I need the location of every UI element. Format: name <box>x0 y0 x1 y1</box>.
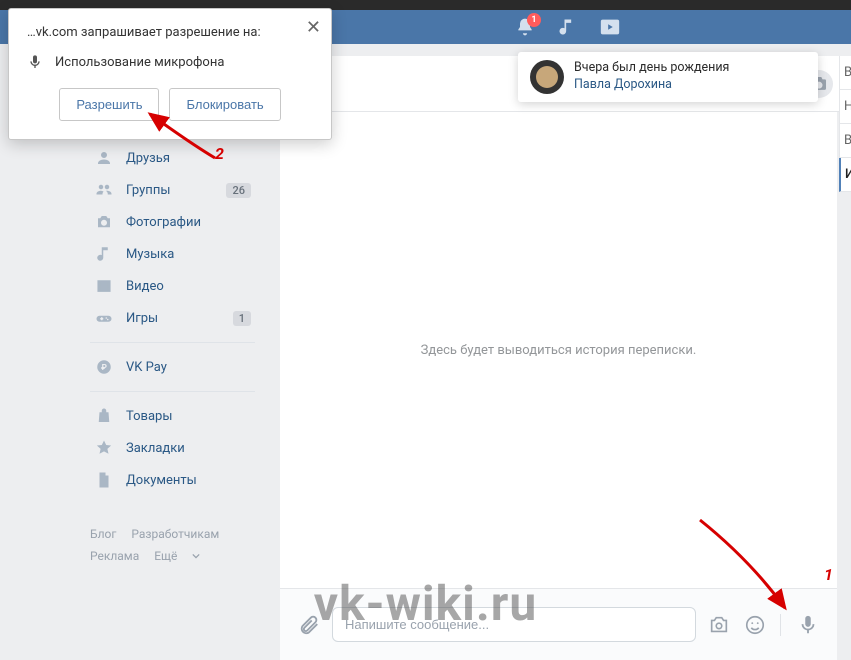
star-icon <box>94 438 114 458</box>
sidebar-item-label: VK Pay <box>126 360 167 375</box>
photo-icon[interactable] <box>708 614 730 636</box>
sidebar-item-documents[interactable]: Документы <box>90 464 255 496</box>
separator <box>90 342 255 343</box>
sidebar-item-label: Группы <box>126 183 170 198</box>
sidebar-item-video[interactable]: Видео <box>90 270 255 302</box>
sidebar-item-label: Товары <box>126 409 172 424</box>
compose-bar <box>280 588 837 660</box>
permission-dialog: ✕ …vk.com запрашивает разрешение на: Исп… <box>8 8 332 140</box>
message-input[interactable] <box>332 607 696 642</box>
sidebar-item-label: Игры <box>126 311 158 326</box>
tab-d[interactable]: И <box>839 158 851 192</box>
footer-links: Блог Разработчикам Реклама Ещё <box>90 524 255 567</box>
attach-icon[interactable] <box>298 614 320 636</box>
music-icon[interactable] <box>557 17 577 37</box>
annotation-label-2: 2 <box>215 144 224 163</box>
right-tabs: В Н В И <box>839 56 851 192</box>
tab-b[interactable]: Н <box>839 90 851 124</box>
sidebar-item-label: Друзья <box>126 151 170 166</box>
block-button[interactable]: Блокировать <box>169 88 280 121</box>
chat-body: Здесь будет выводиться история переписки… <box>280 112 837 588</box>
bag-icon <box>94 406 114 426</box>
allow-button[interactable]: Разрешить <box>59 88 159 121</box>
emoji-icon[interactable] <box>744 614 766 636</box>
chat-empty-text: Здесь будет выводиться история переписки… <box>421 343 697 358</box>
footer-ads[interactable]: Реклама <box>90 549 139 563</box>
notifications-bell-icon[interactable]: 1 <box>515 17 535 37</box>
footer-blog[interactable]: Блог <box>90 527 116 541</box>
permission-mic-label: Использование микрофона <box>55 55 224 70</box>
sidebar-item-label: Фотографии <box>126 215 201 230</box>
sidebar-item-vkpay[interactable]: ₽ VK Pay <box>90 351 255 383</box>
microphone-icon[interactable] <box>780 614 819 636</box>
sidebar-item-photos[interactable]: Фотографии <box>90 206 255 238</box>
notification-popup[interactable]: Вчера был день рождения Павла Дорохина <box>518 52 818 102</box>
bell-badge: 1 <box>527 13 541 27</box>
sidebar-item-games[interactable]: Игры 1 <box>90 302 255 334</box>
badge: 26 <box>226 183 251 198</box>
doc-icon <box>94 470 114 490</box>
sidebar-item-groups[interactable]: Группы 26 <box>90 174 255 206</box>
notification-text: Вчера был день рождения Павла Дорохина <box>574 60 729 94</box>
video-play-icon[interactable] <box>599 16 621 38</box>
separator <box>90 391 255 392</box>
footer-dev[interactable]: Разработчикам <box>131 527 219 541</box>
sidebar: Сообщения 73 Друзья Группы 26 Фотографии… <box>90 110 255 567</box>
ruble-icon: ₽ <box>94 357 114 377</box>
sidebar-item-label: Музыка <box>126 247 174 262</box>
footer-more[interactable]: Ещё <box>154 549 200 563</box>
sidebar-item-label: Закладки <box>126 441 185 456</box>
sidebar-item-goods[interactable]: Товары <box>90 400 255 432</box>
music-icon <box>94 244 114 264</box>
annotation-label-1: 1 <box>824 565 833 584</box>
avatar <box>530 60 564 94</box>
gamepad-icon <box>94 308 114 328</box>
sidebar-item-friends[interactable]: Друзья <box>90 142 255 174</box>
sidebar-item-label: Видео <box>126 279 164 294</box>
permission-title: …vk.com запрашивает разрешение на: <box>27 25 313 40</box>
sidebar-item-music[interactable]: Музыка <box>90 238 255 270</box>
friends-icon <box>94 148 114 168</box>
microphone-icon <box>27 54 43 70</box>
close-icon[interactable]: ✕ <box>306 17 321 38</box>
sidebar-item-bookmarks[interactable]: Закладки <box>90 432 255 464</box>
video-icon <box>94 276 114 296</box>
svg-text:₽: ₽ <box>101 363 107 373</box>
badge: 1 <box>233 311 251 326</box>
tab-c[interactable]: В <box>839 124 851 158</box>
groups-icon <box>94 180 114 200</box>
sidebar-item-label: Документы <box>126 473 197 488</box>
tab-a[interactable]: В <box>839 56 851 90</box>
camera-icon <box>94 212 114 232</box>
